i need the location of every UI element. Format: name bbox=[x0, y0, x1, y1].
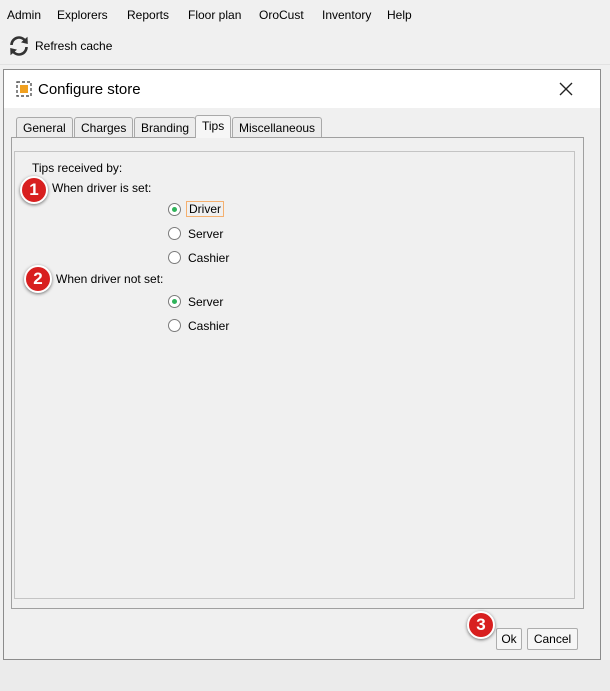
tab-general[interactable]: General bbox=[16, 117, 73, 137]
tab-miscellaneous[interactable]: Miscellaneous bbox=[232, 117, 323, 137]
radio-button[interactable] bbox=[168, 295, 181, 308]
menu-help[interactable]: Help bbox=[387, 8, 412, 22]
driver-not-set-label: When driver not set: bbox=[56, 272, 164, 286]
tips-heading: Tips received by: bbox=[32, 161, 123, 175]
refresh-icon bbox=[10, 36, 28, 56]
ok-button[interactable]: Ok bbox=[496, 628, 522, 650]
radio-button[interactable] bbox=[168, 203, 181, 216]
tab-branding[interactable]: Branding bbox=[134, 117, 197, 137]
cancel-button[interactable]: Cancel bbox=[527, 628, 578, 650]
configure-store-dialog: Configure store General Charges Branding… bbox=[3, 69, 601, 660]
annotation-marker-3: 3 bbox=[467, 611, 495, 639]
tab-tips[interactable]: Tips bbox=[195, 115, 232, 138]
radio-label: Server bbox=[188, 295, 224, 309]
radio-label: Cashier bbox=[188, 251, 230, 265]
radio-button[interactable] bbox=[168, 319, 181, 332]
close-icon[interactable] bbox=[552, 75, 580, 103]
app-icon bbox=[16, 81, 32, 97]
menu-inventory[interactable]: Inventory bbox=[322, 8, 371, 22]
menu-reports[interactable]: Reports bbox=[127, 8, 169, 22]
radio-label: Server bbox=[188, 227, 224, 241]
menu-bar: Admin Explorers Reports Floor plan OroCu… bbox=[0, 0, 610, 28]
refresh-cache-label: Refresh cache bbox=[35, 39, 113, 53]
dialog-title: Configure store bbox=[38, 81, 141, 98]
annotation-marker-2: 2 bbox=[24, 265, 52, 293]
tips-panel bbox=[14, 151, 575, 599]
menu-explorers[interactable]: Explorers bbox=[57, 8, 108, 22]
tab-charges[interactable]: Charges bbox=[74, 117, 134, 137]
radio-label: Driver bbox=[186, 201, 224, 217]
radio-label: Cashier bbox=[188, 319, 230, 333]
menu-orocust[interactable]: OroCust bbox=[259, 8, 304, 22]
menu-admin[interactable]: Admin bbox=[7, 8, 41, 22]
toolbar: Refresh cache bbox=[0, 28, 610, 65]
background-area bbox=[0, 660, 610, 691]
driver-set-label: When driver is set: bbox=[52, 181, 152, 195]
menu-floor-plan[interactable]: Floor plan bbox=[188, 8, 241, 22]
dialog-titlebar: Configure store bbox=[4, 70, 600, 108]
radio-button[interactable] bbox=[168, 251, 181, 264]
radio-button[interactable] bbox=[168, 227, 181, 240]
annotation-marker-1: 1 bbox=[20, 176, 48, 204]
